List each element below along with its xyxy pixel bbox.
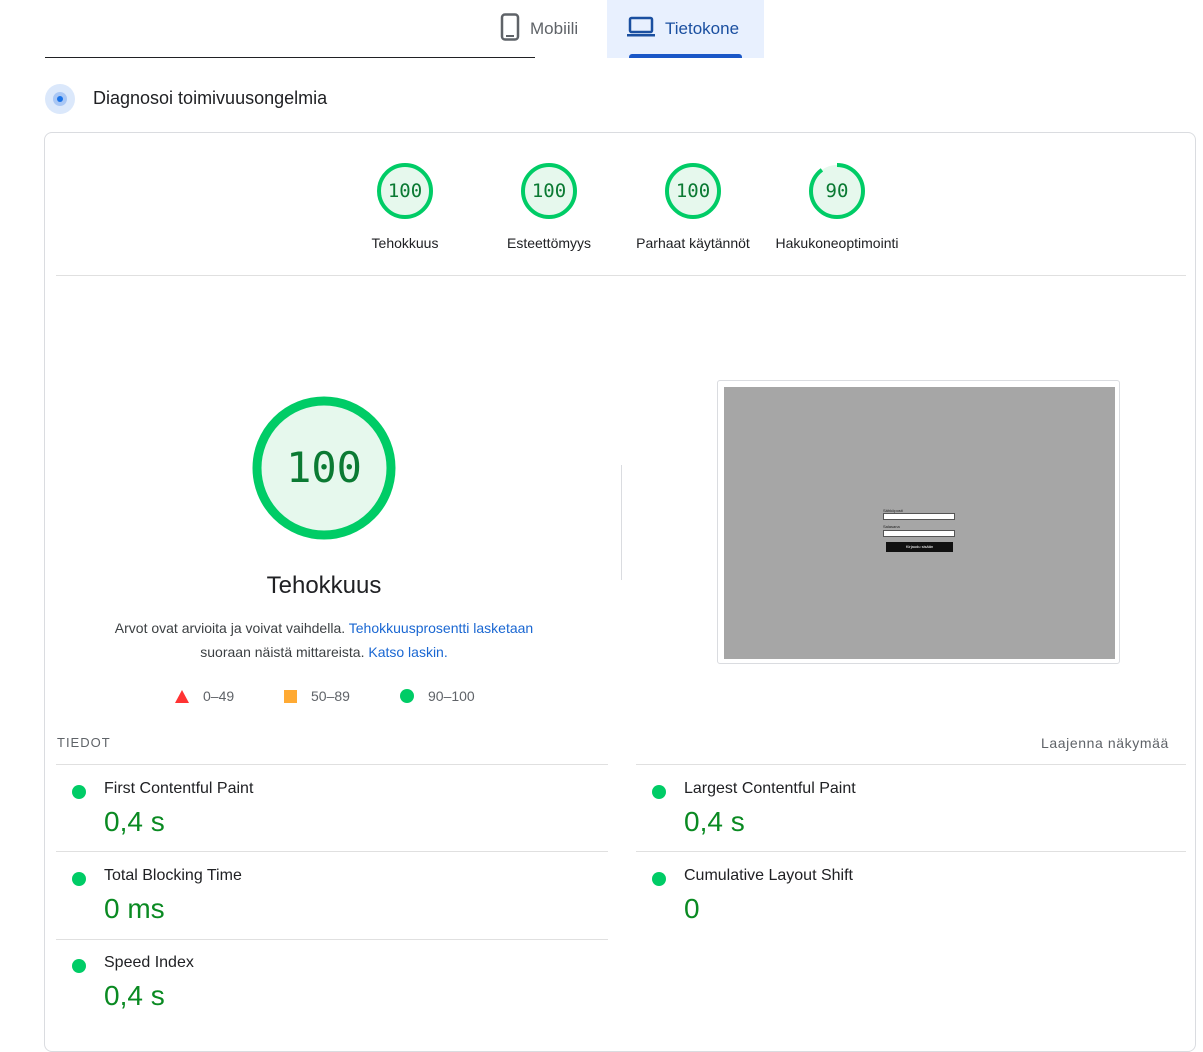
score-gauge-seo[interactable]: 90 Hakukoneoptimointi bbox=[767, 162, 907, 251]
square-icon bbox=[284, 689, 297, 703]
pass-icon bbox=[72, 785, 86, 799]
diagnose-icon bbox=[45, 84, 75, 114]
metrics-heading: TIEDOT bbox=[57, 735, 111, 750]
screenshot-button: Kirjaudu sisään bbox=[886, 542, 953, 552]
score-value: 100 bbox=[387, 180, 423, 202]
divider bbox=[636, 851, 1186, 852]
metric-name: First Contentful Paint bbox=[104, 780, 254, 797]
phone-icon bbox=[500, 12, 520, 46]
score-gauge-best-practices[interactable]: 100 Parhaat käytännöt bbox=[623, 162, 763, 251]
performance-description: Arvot ovat arvioita ja voivat vaihdella.… bbox=[114, 620, 534, 660]
performance-gauge: 100 bbox=[251, 395, 397, 541]
score-label: Tehokkuus bbox=[371, 235, 439, 251]
score-value: 100 bbox=[531, 180, 567, 202]
score-gauge-accessibility[interactable]: 100 Esteettömyys bbox=[479, 162, 619, 251]
screenshot-field bbox=[883, 513, 955, 520]
pass-icon bbox=[652, 785, 666, 799]
metric-value: 0 ms bbox=[104, 893, 165, 924]
metric-name: Largest Contentful Paint bbox=[684, 780, 856, 797]
metric-value: 0,4 s bbox=[104, 980, 165, 1011]
tab-desktop[interactable]: Tietokone bbox=[607, 0, 764, 58]
legend-average: 50–89 bbox=[284, 688, 350, 704]
divider bbox=[56, 764, 608, 765]
screenshot-image: Sähköposti Salasana Kirjaudu sisään bbox=[724, 387, 1115, 659]
circle-icon bbox=[400, 689, 414, 703]
metric-name: Total Blocking Time bbox=[104, 867, 242, 884]
pass-icon bbox=[652, 872, 666, 886]
score-label: Esteettömyys bbox=[506, 235, 592, 251]
score-value: 90 bbox=[825, 180, 849, 202]
performance-score: 100 bbox=[286, 443, 362, 492]
gauge-circle: 100 bbox=[520, 162, 578, 220]
gauge-circle: 100 bbox=[376, 162, 434, 220]
divider bbox=[56, 275, 1186, 276]
score-label: Parhaat käytännöt bbox=[636, 235, 750, 251]
metric-value: 0,4 s bbox=[104, 806, 165, 837]
gauge-circle: 100 bbox=[664, 162, 722, 220]
performance-title: Tehokkuus bbox=[266, 572, 382, 599]
legend-fail: 0–49 bbox=[175, 688, 234, 704]
gauge-circle: 90 bbox=[808, 162, 866, 220]
laptop-icon bbox=[627, 16, 655, 43]
screenshot-field bbox=[883, 530, 955, 537]
metric-value: 0 bbox=[684, 893, 700, 924]
calculator-link[interactable]: Katso laskin. bbox=[368, 644, 447, 660]
page-screenshot[interactable]: Sähköposti Salasana Kirjaudu sisään bbox=[717, 380, 1120, 664]
pass-icon bbox=[72, 959, 86, 973]
score-label: Hakukoneoptimointi bbox=[775, 235, 899, 251]
expand-view-button[interactable]: Laajenna näkymää bbox=[1041, 735, 1169, 751]
divider bbox=[636, 764, 1186, 765]
metric-value: 0,4 s bbox=[684, 806, 745, 837]
triangle-icon bbox=[175, 689, 189, 703]
score-value: 100 bbox=[675, 180, 711, 202]
legend-pass: 90–100 bbox=[400, 688, 475, 704]
pass-icon bbox=[72, 872, 86, 886]
divider bbox=[56, 939, 608, 940]
score-gauge-performance[interactable]: 100 Tehokkuus bbox=[335, 162, 475, 251]
divider bbox=[45, 57, 535, 58]
tab-mobile[interactable]: Mobiili bbox=[488, 0, 606, 58]
tab-desktop-label: Tietokone bbox=[665, 19, 740, 38]
section-title: Diagnosoi toimivuusongelmia bbox=[93, 88, 328, 108]
metric-name: Cumulative Layout Shift bbox=[684, 867, 853, 884]
divider bbox=[56, 851, 608, 852]
metric-name: Speed Index bbox=[104, 954, 194, 971]
score-calculation-link[interactable]: Tehokkuusprosentti lasketaan bbox=[349, 620, 533, 636]
screenshot-field-label: Salasana bbox=[883, 524, 900, 529]
divider bbox=[621, 465, 622, 580]
active-tab-indicator bbox=[629, 54, 742, 58]
tab-mobile-label: Mobiili bbox=[530, 19, 579, 38]
